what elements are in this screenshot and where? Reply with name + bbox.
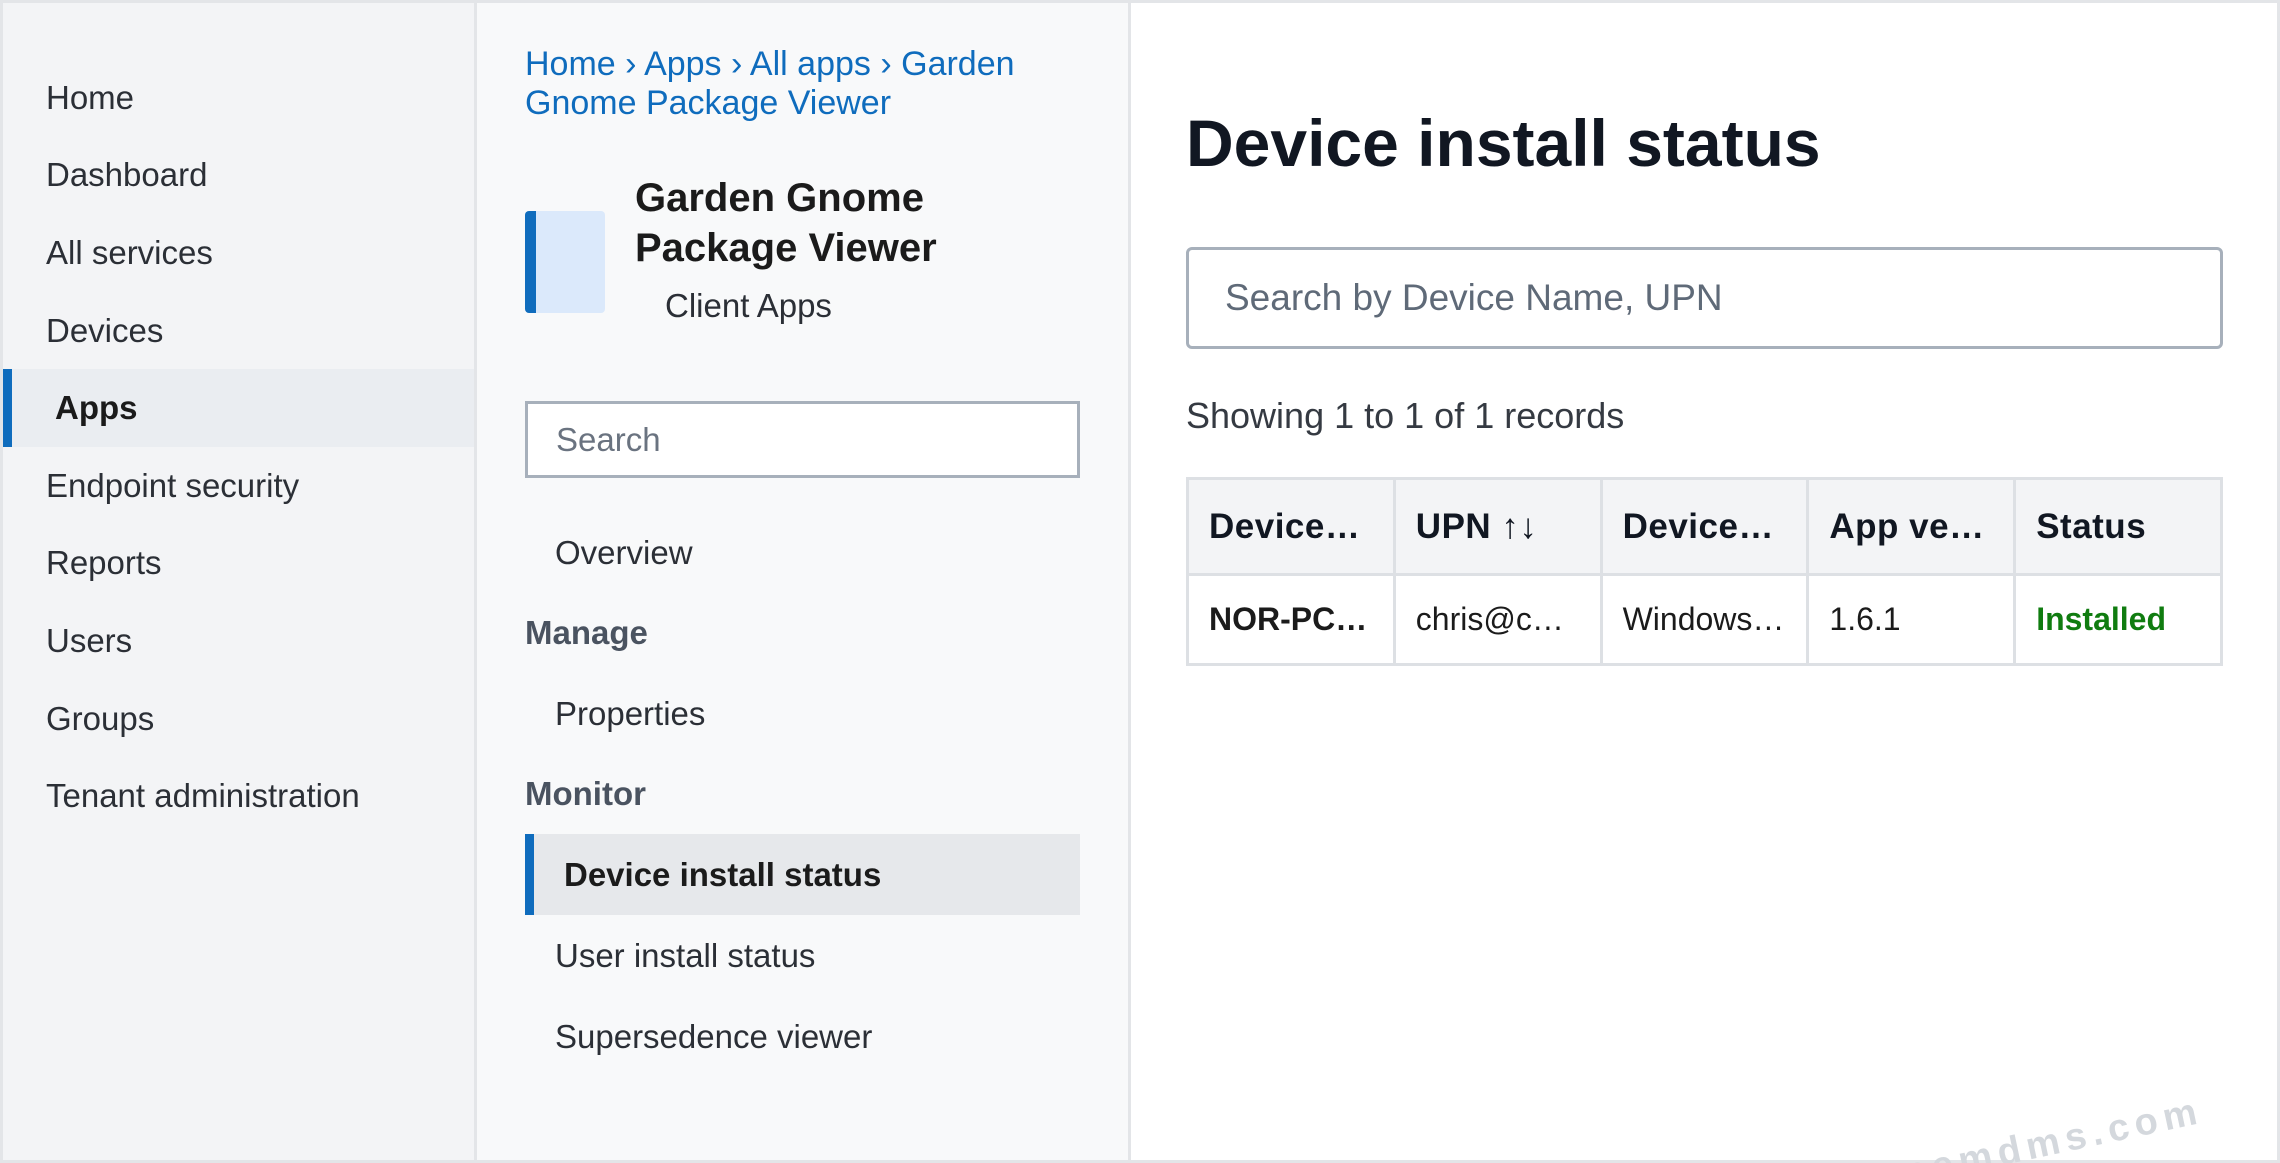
nav-item-users[interactable]: Users: [3, 602, 474, 680]
menu-section-manage: Manage: [525, 614, 648, 651]
device-search-input[interactable]: [1186, 247, 2223, 349]
column-header-device-name[interactable]: Device…: [1186, 477, 1396, 576]
cell-upn: chris@c…: [1392, 573, 1603, 666]
breadcrumb-separator: ›: [625, 45, 637, 83]
nav-item-devices[interactable]: Devices: [3, 292, 474, 370]
app-icon: [525, 211, 605, 313]
column-header-device-type[interactable]: Device…: [1599, 477, 1810, 576]
cell-device-name[interactable]: NOR-PC…: [1186, 573, 1396, 666]
records-count: Showing 1 to 1 of 1 records: [1186, 395, 1625, 436]
cell-app-version: 1.6.1: [1806, 573, 2017, 666]
menu-item-device-install-status[interactable]: Device install status: [525, 834, 1080, 915]
breadcrumb: Home › Apps › All apps › Garden Gnome Pa…: [525, 45, 1085, 123]
column-header-upn[interactable]: UPN ↑↓: [1392, 477, 1603, 576]
menu-item-overview[interactable]: Overview: [525, 512, 1080, 593]
cell-device-os: Windows…: [1599, 573, 1810, 666]
main-content: Device install status Showing 1 to 1 of …: [1131, 3, 2277, 1163]
menu-section-monitor: Monitor: [525, 775, 646, 812]
app-subtitle: Client Apps: [665, 287, 832, 324]
column-header-app-version[interactable]: App ve…: [1806, 477, 2017, 576]
breadcrumb-apps[interactable]: Apps: [644, 45, 722, 83]
menu-item-properties[interactable]: Properties: [525, 673, 1080, 754]
column-header-status[interactable]: Status: [2013, 477, 2223, 576]
menu-item-user-install-status[interactable]: User install status: [525, 915, 1080, 996]
table-row[interactable]: NOR-PC… chris@c… Windows… 1.6.1 Installe…: [1186, 573, 2223, 666]
blade-search-input[interactable]: [525, 401, 1080, 478]
nav-item-dashboard[interactable]: Dashboard: [3, 137, 474, 215]
breadcrumb-home[interactable]: Home: [525, 45, 616, 83]
app-title: Garden Gnome Package Viewer: [635, 176, 937, 270]
nav-item-all-services[interactable]: All services: [3, 214, 474, 292]
app-blade: Home › Apps › All apps › Garden Gnome Pa…: [477, 3, 1131, 1160]
page-title: Device install status: [1186, 106, 1821, 180]
left-nav: Home Dashboard All services Devices Apps…: [3, 3, 477, 1160]
cell-status: Installed: [2013, 573, 2223, 666]
menu-item-supersedence-viewer[interactable]: Supersedence viewer: [525, 996, 1080, 1077]
app-header: Garden Gnome Package Viewer Client Apps: [525, 173, 1080, 325]
window: Home Dashboard All services Devices Apps…: [0, 0, 2280, 1163]
nav-item-tenant-administration[interactable]: Tenant administration: [3, 757, 474, 835]
breadcrumb-separator: ›: [880, 45, 892, 83]
nav-item-groups[interactable]: Groups: [3, 680, 474, 758]
nav-item-endpoint-security[interactable]: Endpoint security: [3, 447, 474, 525]
watermark: intunemdms.com: [1808, 1089, 2207, 1163]
table-header-row: Device… UPN ↑↓ Device… App ve… Status: [1186, 477, 2223, 576]
device-status-table: Device… UPN ↑↓ Device… App ve… Status NO…: [1186, 477, 2223, 666]
breadcrumb-all-apps[interactable]: All apps: [750, 45, 871, 83]
nav-item-reports[interactable]: Reports: [3, 525, 474, 603]
nav-item-apps[interactable]: Apps: [3, 369, 474, 447]
breadcrumb-separator: ›: [731, 45, 743, 83]
nav-item-home[interactable]: Home: [3, 59, 474, 137]
